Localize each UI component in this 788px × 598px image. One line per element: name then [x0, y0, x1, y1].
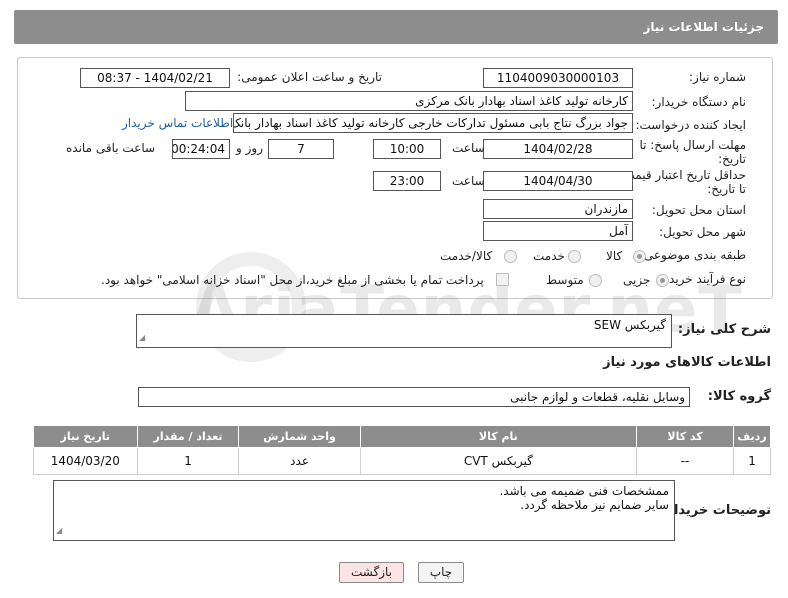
cell-unit: عدد [238, 447, 361, 475]
column-header-code: کد کالا [635, 425, 735, 448]
buyer-org-label: نام دستگاه خریدار: [651, 95, 747, 109]
process-radio-partial[interactable] [656, 274, 669, 287]
summary-label: شرح کلی نیاز: [677, 322, 771, 337]
cell-row: 1 [733, 447, 771, 475]
category-label: طبقه بندی موضوعی: [639, 248, 746, 262]
goods-group-field: وسایل نقلیه، قطعات و لوازم جانبی [138, 387, 690, 407]
goods-table-header: ردیف کد کالا نام کالا واحد شمارش تعداد /… [33, 425, 771, 448]
reply-deadline-label-2: تاریخ: [718, 152, 746, 166]
print-button[interactable]: چاپ [418, 562, 464, 583]
process-radio-medium[interactable] [589, 274, 602, 287]
page-header: جزئیات اطلاعات نیاز [14, 10, 778, 44]
province-field: مازندران [483, 199, 633, 219]
days-label: روز و [236, 141, 263, 155]
treasury-payment-checkbox[interactable] [496, 273, 509, 286]
cell-quantity: 1 [136, 447, 240, 475]
need-number-label: شماره نیاز: [689, 70, 746, 84]
creator-field: جواد بزرگ نتاج بابی مسئول تدارکات خارجی … [233, 113, 633, 133]
table-row: 1 -- گیربکس CVT عدد 1 1404/03/20 [33, 447, 771, 475]
column-header-name: نام کالا [359, 425, 637, 448]
price-validity-label: حداقل تاریخ اعتبار قیمت: [619, 168, 746, 182]
category-radio-goods[interactable] [633, 250, 646, 263]
creator-label: ایجاد کننده درخواست: [635, 118, 746, 132]
resize-grip-icon[interactable]: ◢ [56, 524, 62, 538]
price-validity-time-label: ساعت [452, 174, 485, 188]
page-title: جزئیات اطلاعات نیاز [643, 20, 764, 34]
days-field: 7 [268, 139, 334, 159]
price-validity-label-2: تا تاریخ: [707, 182, 746, 196]
column-header-row: ردیف [733, 425, 771, 448]
price-validity-date-field: 1404/04/30 [483, 171, 633, 191]
goods-group-label: گروه کالا: [707, 389, 771, 404]
cell-date: 1404/03/20 [33, 447, 138, 475]
back-button[interactable]: بازگشت [339, 562, 404, 583]
city-field: آمل [483, 221, 633, 241]
process-option-medium: متوسط [546, 273, 584, 287]
goods-section-title: اطلاعات کالاهای مورد نیاز [603, 355, 771, 370]
reply-deadline-label: مهلت ارسال پاسخ: تا [639, 138, 746, 152]
buyer-notes-field: ممشخصات فنی ضمیمه می باشد. سایر ضمایم نی… [53, 480, 675, 541]
category-radio-goods-service[interactable] [504, 250, 517, 263]
category-option-goods-service: کالا/خدمت [440, 249, 493, 263]
category-radio-service[interactable] [568, 250, 581, 263]
buyer-contact-link[interactable]: اطلاعات تماس خریدار [122, 116, 233, 130]
summary-text: گیربکس SEW [593, 318, 666, 332]
need-number-field: 1104009030000103 [483, 68, 633, 88]
buyer-org-field: کارخانه تولید کاغذ اسناد بهادار بانک مرک… [185, 91, 633, 111]
column-header-unit: واحد شمارش [238, 425, 361, 448]
remaining-time-field: 00:24:04 [172, 139, 230, 159]
cell-name: گیربکس CVT [359, 447, 637, 475]
goods-table: ردیف کد کالا نام کالا واحد شمارش تعداد /… [33, 425, 771, 475]
column-header-quantity: تعداد / مقدار [136, 425, 240, 448]
buyer-notes-line-2: سایر ضمایم نیز ملاحظه گردد. [520, 498, 669, 512]
treasury-payment-note: پرداخت تمام یا بخشی از مبلغ خرید،از محل … [101, 273, 484, 287]
summary-field: گیربکس SEW ◢ [136, 314, 672, 348]
buyer-notes-line-1: ممشخصات فنی ضمیمه می باشد. [499, 484, 669, 498]
process-option-partial: جزیی [623, 273, 651, 287]
reply-time-field: 10:00 [373, 139, 441, 159]
reply-time-label: ساعت [452, 141, 485, 155]
category-option-service: خدمت [533, 249, 565, 263]
remaining-time-label: ساعت باقی مانده [66, 141, 156, 155]
process-label: نوع فرآیند خرید : [661, 272, 746, 286]
city-label: شهر محل تحویل: [659, 225, 746, 239]
resize-grip-icon[interactable]: ◢ [139, 331, 145, 345]
province-label: استان محل تحویل: [651, 203, 746, 217]
cell-code: -- [635, 447, 735, 475]
reply-date-field: 1404/02/28 [483, 139, 633, 159]
buyer-notes-label: توضیحات خریدار: [661, 503, 771, 518]
announce-datetime-label: تاریخ و ساعت اعلان عمومی: [237, 70, 382, 84]
column-header-date: تاریخ نیاز [33, 425, 138, 448]
category-option-goods: کالا [606, 249, 623, 263]
price-validity-time-field: 23:00 [373, 171, 441, 191]
announce-datetime-field: 1404/02/21 - 08:37 [80, 68, 230, 88]
